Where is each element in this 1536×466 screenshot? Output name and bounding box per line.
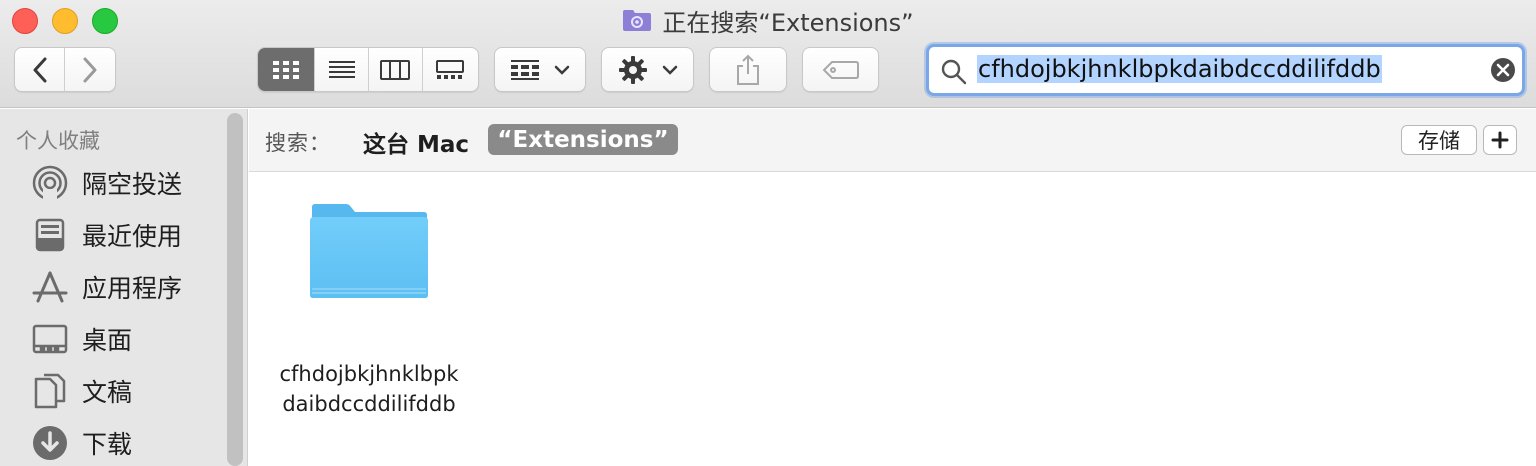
folder-icon [310, 204, 428, 298]
add-criteria-button[interactable] [1483, 125, 1517, 155]
smart-folder-icon [623, 10, 652, 31]
sidebar-item-recents[interactable]: 最近使用 [30, 215, 182, 255]
save-search-button[interactable]: 存储 [1401, 125, 1477, 155]
navigation-segment [14, 47, 116, 92]
result-name-line: cfhdojbkjhnklbpk [279, 362, 459, 386]
favorites-header: 个人收藏 [16, 129, 100, 153]
sidebar-item-label: 最近使用 [82, 222, 183, 251]
group-by-button[interactable] [494, 47, 586, 92]
sidebar-item-label: 隔空投送 [82, 170, 183, 199]
chevron-down-icon [554, 65, 570, 75]
icon-view-icon [273, 60, 300, 79]
sidebar: 个人收藏 隔空投送 最近使用 应用程序 桌面 文稿 下载 [0, 109, 248, 466]
applications-icon [32, 271, 68, 303]
airdrop-icon [32, 165, 68, 201]
view-mode-segment [257, 47, 479, 92]
group-by-icon [511, 59, 539, 80]
desktop-icon [32, 324, 68, 354]
window-title: 正在搜索“Extensions” [662, 8, 914, 37]
sidebar-item-label: 应用程序 [82, 274, 183, 303]
search-scope-label: 搜索： [265, 131, 331, 155]
plus-icon [1491, 131, 1509, 149]
sidebar-item-label: 桌面 [82, 326, 133, 355]
clear-icon[interactable] [1490, 57, 1516, 83]
sidebar-item-desktop[interactable]: 桌面 [30, 319, 132, 359]
chevron-left-icon [33, 57, 46, 82]
documents-icon [34, 373, 66, 409]
magnifier-icon [941, 59, 967, 85]
search-scope-bar: 搜索： 这台 Mac “Extensions” 存储 [249, 109, 1536, 172]
forward-button[interactable] [65, 48, 115, 91]
scope-this-mac-button[interactable]: 这台 Mac [363, 125, 469, 159]
list-view-icon [328, 60, 355, 78]
tag-icon [822, 60, 859, 79]
column-view-icon [380, 59, 411, 80]
icon-view-button[interactable] [258, 48, 316, 91]
gear-icon [618, 55, 647, 84]
sidebar-item-label: 下载 [82, 430, 133, 459]
scope-extensions-button[interactable]: “Extensions” [488, 124, 678, 155]
chevron-right-icon [83, 57, 97, 82]
edit-tags-button[interactable] [802, 47, 879, 92]
sidebar-item-airdrop[interactable]: 隔空投送 [30, 163, 182, 203]
chevron-down-icon [662, 65, 677, 75]
search-input[interactable]: cfhdojbkjhnklbpkdaibdccddilifddb [977, 55, 1482, 85]
window-title-bar: 正在搜索“Extensions” [0, 4, 1536, 37]
result-name-line: daibdccddilifddb [282, 392, 456, 416]
gallery-view-icon [436, 59, 465, 79]
result-item-name: cfhdojbkjhnklbpk daibdccddilifddb [263, 359, 475, 419]
column-view-button[interactable] [369, 48, 423, 91]
share-icon [737, 54, 759, 85]
sidebar-item-downloads[interactable]: 下载 [30, 423, 132, 463]
list-view-button[interactable] [315, 48, 369, 91]
sidebar-item-applications[interactable]: 应用程序 [30, 267, 182, 307]
gallery-view-button[interactable] [423, 48, 478, 91]
sidebar-item-label: 文稿 [82, 378, 133, 407]
recents-icon [35, 218, 65, 252]
sidebar-item-documents[interactable]: 文稿 [30, 371, 132, 411]
action-menu-button[interactable] [601, 47, 694, 92]
search-query-text: cfhdojbkjhnklbpkdaibdccddilifddb [977, 55, 1382, 83]
share-button[interactable] [709, 47, 787, 92]
search-field[interactable]: cfhdojbkjhnklbpkdaibdccddilifddb [926, 44, 1525, 96]
window-titlebar: 正在搜索“Extensions” cfhdojbkjhnklbpkdaibdcc… [0, 0, 1536, 108]
results-area: cfhdojbkjhnklbpk daibdccddilifddb [249, 173, 1536, 466]
back-button[interactable] [15, 48, 65, 91]
downloads-icon [33, 426, 67, 460]
sidebar-scrollbar[interactable] [227, 113, 243, 466]
